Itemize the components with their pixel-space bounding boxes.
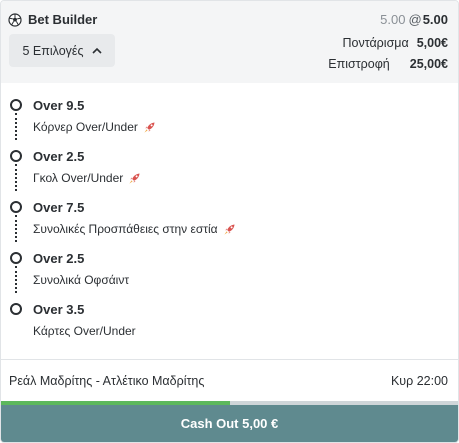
soccer-ball-icon — [8, 12, 22, 27]
return-value: 25,00€ — [409, 57, 448, 71]
leg-item: Over 9.5 Κόρνερ Over/Under — [1, 83, 458, 140]
boosted-odds: 5.00 — [422, 12, 448, 27]
stake-label: Ποντάρισμα — [342, 36, 409, 50]
leg-item: Over 3.5 Κάρτες Over/Under — [1, 287, 458, 338]
odds-display: 5.00 @5.00 — [380, 12, 448, 27]
stake-value: 5,00€ — [416, 36, 448, 50]
bet-card: Bet Builder 5.00 @5.00 5 Επιλογές Ποντάρι… — [0, 0, 459, 443]
leg-marker-icon — [10, 99, 22, 111]
leg-selection: Over 3.5 — [33, 302, 85, 317]
leg-selection: Over 2.5 — [33, 149, 85, 164]
leg-market: Κόρνερ Over/Under — [33, 120, 156, 134]
leg-item: Over 7.5 Συνολικές Προσπάθειες στην εστί… — [1, 185, 458, 242]
stake-row: Ποντάρισμα 5,00€ — [342, 36, 448, 50]
rocket-boost-icon — [144, 122, 155, 133]
leg-item: Over 2.5 Γκολ Over/Under — [1, 134, 458, 191]
leg-marker-icon — [10, 150, 22, 162]
event-time: Κυρ 22:00 — [390, 374, 448, 388]
return-label: Επιστροφή — [328, 57, 390, 71]
event-name[interactable]: Ρεάλ Μαδρίτης - Ατλέτικο Μαδρίτης — [9, 374, 204, 388]
cash-out-label: Cash Out 5,00 € — [180, 416, 279, 431]
leg-market: Κάρτες Over/Under — [33, 324, 136, 338]
leg-market: Συνολικά Οφσάιντ — [33, 273, 129, 287]
selections-label: 5 Επιλογές — [22, 43, 84, 58]
bet-builder-title: Bet Builder — [28, 12, 98, 27]
leg-marker-icon — [10, 201, 22, 213]
leg-market-label: Συνολικά Οφσάιντ — [33, 273, 130, 287]
chevron-up-icon — [91, 47, 102, 54]
at-symbol: @ — [408, 12, 422, 27]
leg-marker-icon — [10, 252, 22, 264]
leg-item: Over 2.5 Συνολικά Οφσάιντ — [1, 236, 458, 293]
leg-market-label: Συνολικές Προσπάθειες στην εστία — [33, 222, 218, 236]
title-row: Bet Builder — [8, 12, 97, 27]
selections-toggle-button[interactable]: 5 Επιλογές — [9, 34, 115, 67]
leg-market-label: Γκολ Over/Under — [33, 171, 124, 185]
leg-market-label: Κόρνερ Over/Under — [33, 120, 138, 134]
return-row: Επιστροφή 25,00€ — [328, 57, 448, 71]
legs-list: Over 9.5 Κόρνερ Over/Under Over 2.5 Γκολ… — [1, 83, 458, 359]
cash-out-button[interactable]: Cash Out 5,00 € — [1, 405, 458, 442]
rocket-boost-icon — [129, 173, 140, 184]
leg-market: Συνολικές Προσπάθειες στην εστία — [33, 222, 236, 236]
leg-market-label: Κάρτες Over/Under — [33, 324, 136, 338]
leg-selection: Over 7.5 — [33, 200, 85, 215]
leg-marker-icon — [10, 303, 22, 315]
bet-header: Bet Builder 5.00 @5.00 5 Επιλογές Ποντάρι… — [1, 1, 458, 83]
original-odds: 5.00 — [380, 12, 406, 27]
leg-selection: Over 9.5 — [33, 98, 85, 113]
event-row: Ρεάλ Μαδρίτης - Ατλέτικο Μαδρίτης Κυρ 22… — [1, 360, 458, 401]
leg-market: Γκολ Over/Under — [33, 171, 141, 185]
rocket-boost-icon — [223, 224, 235, 235]
leg-selection: Over 2.5 — [33, 251, 85, 266]
